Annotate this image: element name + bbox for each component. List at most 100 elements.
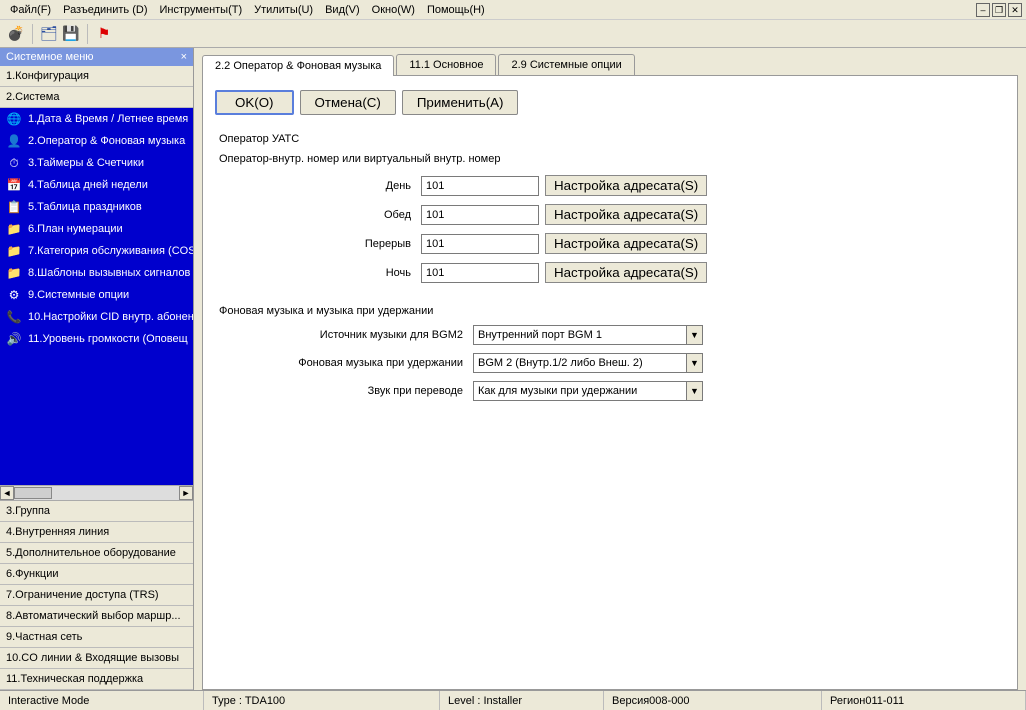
select-transfer-value[interactable] [474,382,686,400]
flag-icon[interactable]: ⚑ [94,24,114,44]
menubar: Файл(F) Разъединить (D) Инструменты(T) У… [0,0,1026,20]
apply-button[interactable]: Применить(A) [402,90,519,115]
sidebar-item-timers[interactable]: ⏱3.Таймеры & Счетчики [0,152,193,174]
folder-icon: 📁 [6,221,22,237]
sidebar-item-datetime[interactable]: 🌐1.Дата & Время / Летнее время [0,108,193,130]
sidebar-hscroll[interactable]: ◄ ► [0,485,193,501]
menu-disconnect[interactable]: Разъединить (D) [57,2,153,18]
row-hold: Фоновая музыка при удержании ▼ [215,353,1005,373]
sidebar-node-support[interactable]: 11.Техническая поддержка [0,669,193,690]
label-day: День [215,180,415,192]
ok-button[interactable]: OK(O) [215,90,294,115]
tabs: 2.2 Оператор & Фоновая музыка 11.1 Основ… [202,54,1018,75]
select-bgm2-value[interactable] [474,326,686,344]
row-break: Перерыв Настройка адресата(S) [215,233,1005,254]
cancel-button[interactable]: Отмена(C) [300,90,396,115]
dest-button-lunch[interactable]: Настройка адресата(S) [545,204,707,225]
status-type: Type : TDA100 [204,691,440,710]
save-disk-icon[interactable]: 💾 [61,24,81,44]
sidebar-node-system[interactable]: 2.Система [0,87,193,108]
content: 2.2 Оператор & Фоновая музыка 11.1 Основ… [194,48,1026,690]
dest-button-day[interactable]: Настройка адресата(S) [545,175,707,196]
sidebar-close-icon[interactable]: × [181,51,187,63]
menu-file[interactable]: Файл(F) [4,2,57,18]
sidebar-item-weektable[interactable]: 📅4.Таблица дней недели [0,174,193,196]
card-icon[interactable]: 🗂 [39,24,59,44]
grenade-icon[interactable]: 💣 [6,24,26,44]
scroll-right-icon[interactable]: ► [179,486,193,500]
sidebar-item-numbering[interactable]: 📁6.План нумерации [0,218,193,240]
sidebar-node-functions[interactable]: 6.Функции [0,564,193,585]
clock-icon: ⏱ [6,155,22,171]
status-version: Версия008-000 [604,691,822,710]
select-hold[interactable]: ▼ [473,353,703,373]
label-night: Ночь [215,267,415,279]
toolbar: 💣 🗂 💾 ⚑ [0,20,1026,48]
group1-subtitle: Оператор-внутр. номер или виртуальный вн… [219,153,1005,165]
sidebar-node-trs[interactable]: 7.Ограничение доступа (TRS) [0,585,193,606]
status-level: Level : Installer [440,691,604,710]
dest-button-break[interactable]: Настройка адресата(S) [545,233,707,254]
chevron-down-icon[interactable]: ▼ [686,326,702,344]
tab-operator[interactable]: 2.2 Оператор & Фоновая музыка [202,55,394,76]
row-night: Ночь Настройка адресата(S) [215,262,1005,283]
statusbar: Interactive Mode Type : TDA100 Level : I… [0,690,1026,710]
dest-button-night[interactable]: Настройка адресата(S) [545,262,707,283]
sidebar-item-operator[interactable]: 👤2.Оператор & Фоновая музыка [0,130,193,152]
menu-help[interactable]: Помощь(H) [421,2,491,18]
sidebar-item-sysoptions[interactable]: ⚙9.Системные опции [0,284,193,306]
group1-title: Оператор УАТС [219,133,1005,145]
gear-icon: ⚙ [6,287,22,303]
note-icon: 📋 [6,199,22,215]
speaker-icon: 🔊 [6,331,22,347]
scroll-thumb[interactable] [14,487,52,499]
status-region: Регион011-011 [822,691,1026,710]
status-mode: Interactive Mode [0,691,204,710]
minimize-icon[interactable]: – [976,3,990,17]
tab-content: OK(O) Отмена(C) Применить(A) Оператор УА… [202,75,1018,690]
chevron-down-icon[interactable]: ▼ [686,382,702,400]
menu-tools[interactable]: Инструменты(T) [154,2,249,18]
label-transfer: Звук при переводе [215,385,467,397]
menu-window[interactable]: Окно(W) [366,2,421,18]
label-break: Перерыв [215,238,415,250]
sidebar-item-ring[interactable]: 📁8.Шаблоны вызывных сигналов [0,262,193,284]
tab-main[interactable]: 11.1 Основное [396,54,496,75]
sidebar-node-group[interactable]: 3.Группа [0,501,193,522]
input-night[interactable] [421,263,539,283]
close-icon[interactable]: ✕ [1008,3,1022,17]
input-break[interactable] [421,234,539,254]
sidebar-sub: 🌐1.Дата & Время / Летнее время 👤2.Операт… [0,108,193,350]
sidebar: Системное меню × 1.Конфигурация 2.Систем… [0,48,194,690]
row-day: День Настройка адресата(S) [215,175,1005,196]
sidebar-node-ars[interactable]: 8.Автоматический выбор маршр... [0,606,193,627]
folder-icon: 📁 [6,243,22,259]
sidebar-empty [0,350,193,485]
sidebar-node-private[interactable]: 9.Частная сеть [0,627,193,648]
select-hold-value[interactable] [474,354,686,372]
group2-title: Фоновая музыка и музыка при удержании [219,305,1005,317]
sidebar-item-cos[interactable]: 📁7.Категория обслуживания (COS [0,240,193,262]
sidebar-node-co[interactable]: 10.CO линии & Входящие вызовы [0,648,193,669]
select-bgm2[interactable]: ▼ [473,325,703,345]
main: Системное меню × 1.Конфигурация 2.Систем… [0,48,1026,690]
maximize-icon[interactable]: ❐ [992,3,1006,17]
sidebar-item-cid[interactable]: 📞10.Настройки CID внутр. абонен [0,306,193,328]
phone-icon: 📞 [6,309,22,325]
menu-view[interactable]: Вид(V) [319,2,366,18]
input-lunch[interactable] [421,205,539,225]
sidebar-node-equipment[interactable]: 5.Дополнительное оборудование [0,543,193,564]
chevron-down-icon[interactable]: ▼ [686,354,702,372]
select-transfer[interactable]: ▼ [473,381,703,401]
menu-utilities[interactable]: Утилиты(U) [248,2,319,18]
sidebar-item-holidays[interactable]: 📋5.Таблица праздников [0,196,193,218]
sidebar-item-volume[interactable]: 🔊11.Уровень громкости (Оповещ [0,328,193,350]
sidebar-node-config[interactable]: 1.Конфигурация [0,66,193,87]
row-lunch: Обед Настройка адресата(S) [215,204,1005,225]
sidebar-node-extension[interactable]: 4.Внутренняя линия [0,522,193,543]
scroll-left-icon[interactable]: ◄ [0,486,14,500]
tab-sysoptions[interactable]: 2.9 Системные опции [498,54,634,75]
label-bgm2: Источник музыки для BGM2 [215,329,467,341]
input-day[interactable] [421,176,539,196]
scroll-track[interactable] [14,486,179,500]
